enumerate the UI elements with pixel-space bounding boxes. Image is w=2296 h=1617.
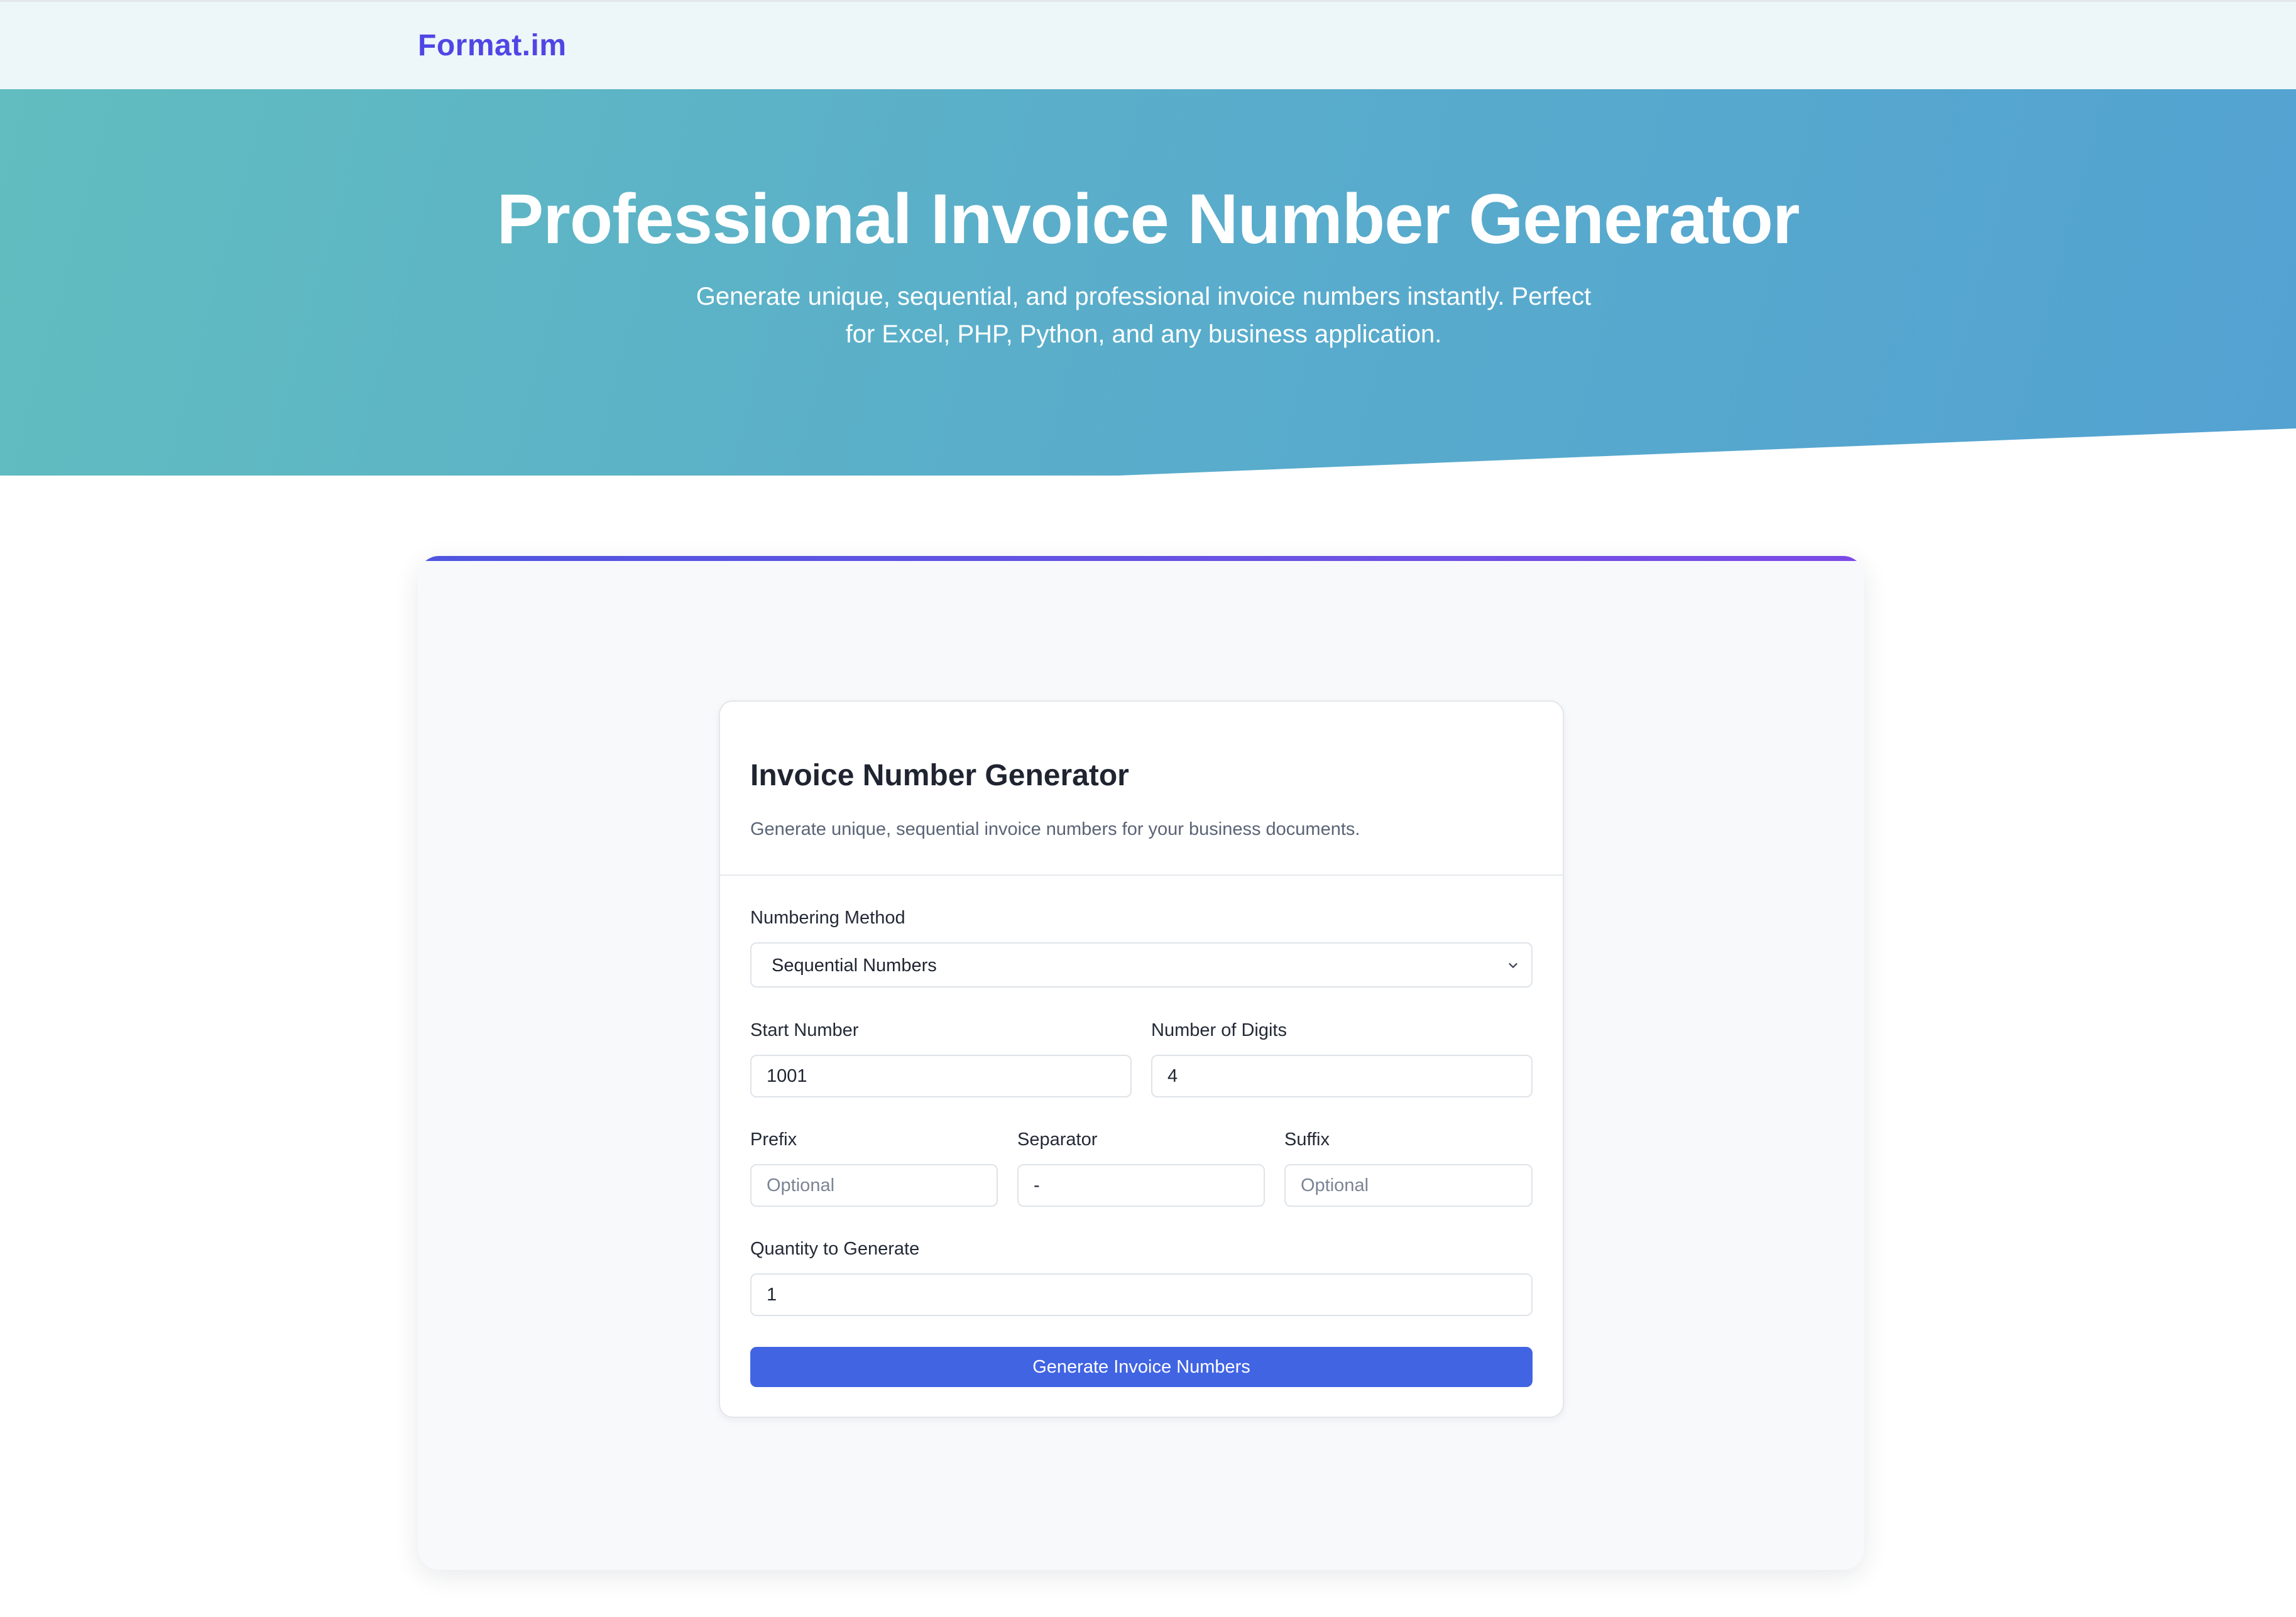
generate-invoice-numbers-button[interactable]: Generate Invoice Numbers — [750, 1347, 1533, 1387]
separator-input[interactable] — [1017, 1164, 1265, 1207]
hero-section: Professional Invoice Number Generator Ge… — [0, 89, 2296, 476]
prefix-input[interactable] — [750, 1164, 998, 1207]
suffix-input[interactable] — [1284, 1164, 1533, 1207]
accent-bar — [418, 556, 1864, 561]
number-of-digits-input[interactable] — [1151, 1055, 1533, 1097]
number-of-digits-label: Number of Digits — [1151, 1020, 1287, 1040]
site-logo-link[interactable]: Format.im — [418, 27, 567, 65]
hero-subtitle-line-1: Generate unique, sequential, and profess… — [696, 283, 1592, 310]
generator-description: Generate unique, sequential invoice numb… — [750, 819, 1360, 839]
suffix-label: Suffix — [1284, 1130, 1330, 1150]
numbering-method-selected-value: Sequential Numbers — [772, 956, 937, 976]
page: Format.im Professional Invoice Number Ge… — [0, 0, 2296, 1617]
numbering-method-select[interactable]: Sequential Numbers — [750, 942, 1533, 988]
quantity-label: Quantity to Generate — [750, 1239, 920, 1259]
top-navbar: Format.im — [0, 0, 2296, 89]
quantity-input[interactable] — [750, 1273, 1533, 1316]
prefix-label: Prefix — [750, 1130, 797, 1150]
generator-title: Invoice Number Generator — [750, 759, 1129, 792]
hero-title: Professional Invoice Number Generator — [496, 180, 1800, 258]
chevron-down-icon — [1509, 963, 1517, 968]
invoice-generator-card: Invoice Number Generator Generate unique… — [719, 700, 1564, 1418]
start-number-input[interactable] — [750, 1055, 1132, 1097]
generator-card-header: Invoice Number Generator Generate unique… — [720, 702, 1563, 876]
numbering-method-label: Numbering Method — [750, 908, 905, 928]
separator-label: Separator — [1017, 1130, 1098, 1150]
hero-subtitle: Generate unique, sequential, and profess… — [691, 278, 1596, 353]
start-number-label: Start Number — [750, 1020, 859, 1040]
tool-container-card: Invoice Number Generator Generate unique… — [418, 556, 1864, 1570]
hero-subtitle-line-2: for Excel, PHP, Python, and any business… — [845, 320, 1442, 348]
